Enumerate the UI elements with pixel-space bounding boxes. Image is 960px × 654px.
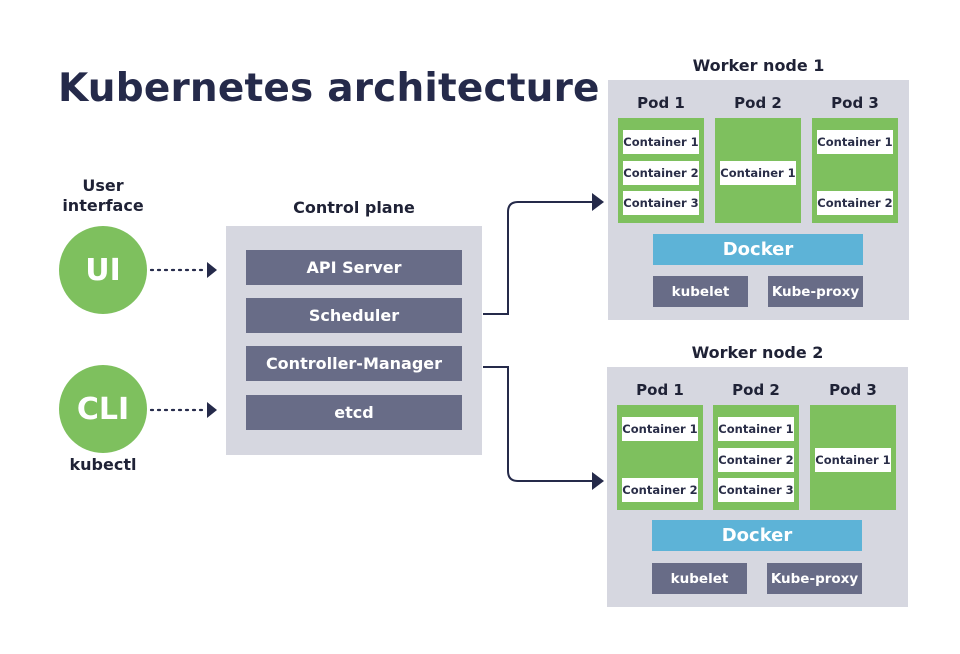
kube-proxy-agent[interactable]: Kube-proxy bbox=[767, 563, 862, 594]
ui-to-control-plane-arrow bbox=[149, 262, 217, 278]
container[interactable]: Container 2 bbox=[622, 478, 698, 502]
cli-to-control-plane-arrow bbox=[149, 402, 217, 418]
container[interactable]: Container 2 bbox=[623, 161, 699, 185]
pod-label: Pod 3 bbox=[829, 381, 877, 399]
user-interface-heading-line2: interface bbox=[62, 196, 144, 215]
container[interactable]: Container 1 bbox=[817, 130, 893, 154]
container[interactable]: Container 1 bbox=[622, 417, 698, 441]
container[interactable]: Container 2 bbox=[817, 191, 893, 215]
worker-node-1-panel: Pod 1 Pod 2 Pod 3 Container 1 Container … bbox=[608, 80, 909, 320]
container[interactable]: Container 2 bbox=[718, 448, 794, 472]
control-plane-to-worker-1-arrow bbox=[483, 193, 604, 315]
docker-runtime[interactable]: Docker bbox=[652, 520, 862, 551]
pod-2[interactable]: Container 1 Container 2 Container 3 bbox=[713, 405, 799, 510]
pod-label: Pod 1 bbox=[637, 94, 685, 112]
pod-label: Pod 2 bbox=[732, 381, 780, 399]
container[interactable]: Container 3 bbox=[623, 191, 699, 215]
container[interactable]: Container 3 bbox=[718, 478, 794, 502]
worker-node-2-panel: Pod 1 Pod 2 Pod 3 Container 1 Container … bbox=[607, 367, 908, 607]
kubelet-agent[interactable]: kubelet bbox=[652, 563, 747, 594]
container[interactable]: Container 1 bbox=[718, 417, 794, 441]
container[interactable]: Container 1 bbox=[720, 161, 796, 185]
cli-client-badge[interactable]: CLI bbox=[59, 365, 147, 453]
control-plane-to-worker-2-arrow bbox=[483, 366, 604, 490]
docker-runtime[interactable]: Docker bbox=[653, 234, 863, 265]
pod-1[interactable]: Container 1 Container 2 bbox=[617, 405, 703, 510]
container[interactable]: Container 1 bbox=[815, 448, 891, 472]
pod-3[interactable]: Container 1 bbox=[810, 405, 896, 510]
etcd-component[interactable]: etcd bbox=[246, 395, 462, 430]
pod-1[interactable]: Container 1 Container 2 Container 3 bbox=[618, 118, 704, 223]
pod-label: Pod 1 bbox=[636, 381, 684, 399]
worker-node-1-heading: Worker node 1 bbox=[692, 56, 825, 75]
kubelet-agent[interactable]: kubelet bbox=[653, 276, 748, 307]
user-interface-heading: User interface bbox=[50, 176, 156, 216]
control-plane-heading: Control plane bbox=[293, 198, 415, 217]
kubectl-caption: kubectl bbox=[69, 455, 137, 474]
pod-label: Pod 2 bbox=[734, 94, 782, 112]
control-plane-panel: API Server Scheduler Controller-Manager … bbox=[226, 226, 482, 455]
ui-client-badge[interactable]: UI bbox=[59, 226, 147, 314]
api-server-component[interactable]: API Server bbox=[246, 250, 462, 285]
scheduler-component[interactable]: Scheduler bbox=[246, 298, 462, 333]
container[interactable]: Container 1 bbox=[623, 130, 699, 154]
pod-2[interactable]: Container 1 bbox=[715, 118, 801, 223]
kube-proxy-agent[interactable]: Kube-proxy bbox=[768, 276, 863, 307]
worker-node-2-heading: Worker node 2 bbox=[691, 343, 824, 362]
pod-label: Pod 3 bbox=[831, 94, 879, 112]
pod-3[interactable]: Container 1 Container 2 bbox=[812, 118, 898, 223]
controller-manager-component[interactable]: Controller-Manager bbox=[246, 346, 462, 381]
user-interface-heading-line1: User bbox=[82, 176, 124, 195]
